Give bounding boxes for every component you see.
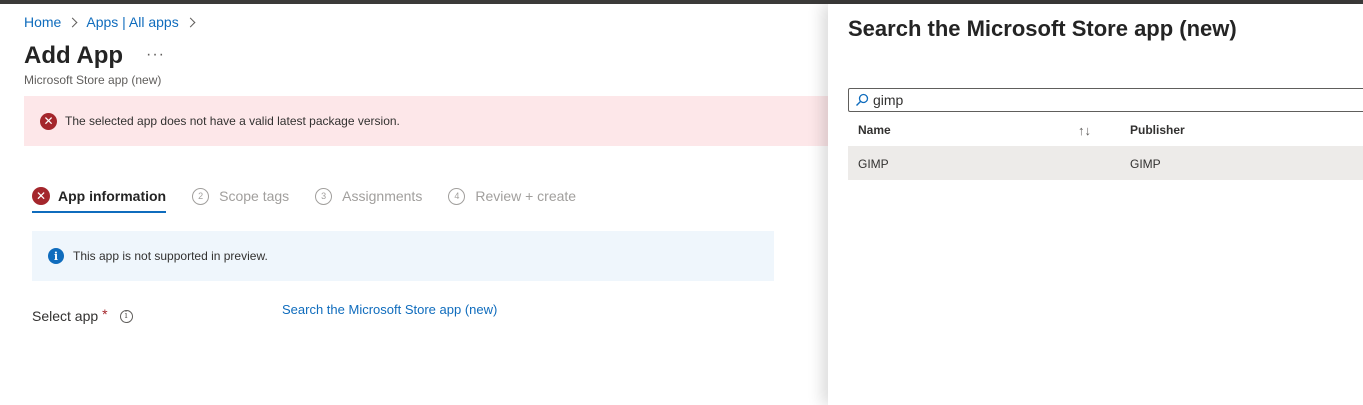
wizard-steps: ✕ App information 2 Scope tags 3 Assignm… [32,185,602,213]
tab-scope-tags[interactable]: 2 Scope tags [192,185,289,207]
info-banner: i This app is not supported in preview. [32,231,774,281]
error-banner: ✕ The selected app does not have a valid… [24,96,828,146]
page-title: Add App [24,42,124,69]
breadcrumb: Home Apps | All apps [24,14,196,30]
step-label: Scope tags [219,188,290,204]
select-app-label: Select app * i [32,306,133,324]
breadcrumb-home[interactable]: Home [24,14,61,30]
sort-icon[interactable]: ↑↓ [1078,123,1130,138]
search-store-panel: Search the Microsoft Store app (new) Nam… [828,4,1363,405]
info-icon: i [48,248,64,264]
cell-name: GIMP [858,156,889,171]
results-table: Name ↑↓ Publisher GIMP GIMP [848,114,1363,180]
step-number: 3 [315,187,333,205]
step-number: 2 [192,187,210,205]
cell-publisher: GIMP [1130,156,1161,171]
add-app-blade: Home Apps | All apps Add App ··· Microso… [0,4,828,405]
more-options-icon[interactable]: ··· [146,46,165,64]
table-header: Name ↑↓ Publisher [848,114,1363,147]
tab-assignments[interactable]: 3 Assignments [315,185,422,207]
search-box [848,88,1363,112]
chevron-right-icon [185,17,196,27]
step-label: App information [58,188,167,204]
breadcrumb-apps[interactable]: Apps | All apps [86,14,178,30]
step-label: Assignments [342,188,423,204]
error-message: The selected app does not have a valid l… [65,114,400,128]
page-subtitle: Microsoft Store app (new) [24,73,162,87]
step-label: Review + create [475,188,577,204]
search-icon [853,91,871,109]
chevron-right-icon [67,17,78,27]
column-header-publisher[interactable]: Publisher [1130,123,1185,137]
search-input[interactable] [873,92,1353,108]
error-circle-icon: ✕ [40,112,57,130]
required-marker: * [102,306,108,322]
info-tooltip-icon[interactable]: i [119,309,133,323]
step-number: 4 [448,187,466,205]
error-circle-icon: ✕ [32,187,50,205]
panel-title: Search the Microsoft Store app (new) [848,16,1237,41]
tab-review-create[interactable]: 4 Review + create [448,185,576,207]
search-store-app-link[interactable]: Search the Microsoft Store app (new) [282,302,497,317]
info-message: This app is not supported in preview. [73,249,268,263]
column-header-name[interactable]: Name [848,123,1078,137]
tab-app-information[interactable]: ✕ App information [32,185,167,213]
table-row[interactable]: GIMP GIMP [848,147,1363,180]
field-label: Select app [32,308,99,324]
